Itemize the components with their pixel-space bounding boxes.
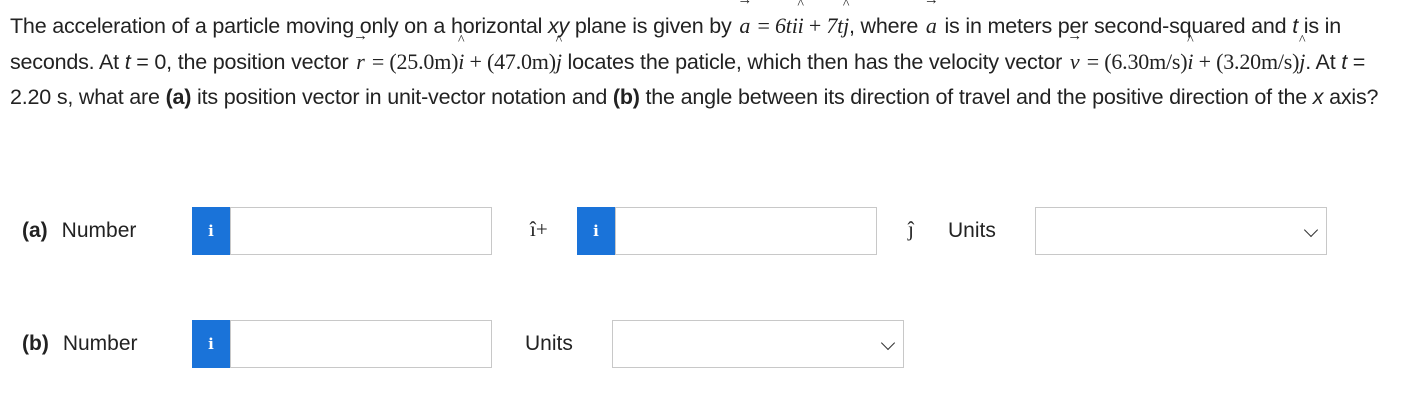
- part-a-j-component-input[interactable]: [615, 207, 877, 255]
- part-b-units-select[interactable]: [612, 320, 904, 368]
- part-a-letter: (a): [22, 219, 48, 242]
- equals: =: [752, 13, 775, 38]
- acceleration-equation: a = 6tii + 7tj: [737, 13, 849, 38]
- part-a-marker: (a): [165, 85, 192, 109]
- math-term: 7t: [826, 13, 844, 38]
- position-equation: r = (25.0m)i + (47.0m)j: [354, 49, 562, 74]
- unit-i-hat: i: [798, 8, 804, 43]
- unit-j-hat: j: [843, 8, 849, 43]
- plus: +: [464, 49, 487, 74]
- part-a-i-component-input[interactable]: [230, 207, 492, 255]
- units-label: Units: [525, 332, 573, 355]
- chevron-down-icon: [1303, 222, 1319, 238]
- i-hat-unit: î+: [530, 217, 548, 241]
- math-term: (6.30m/s): [1104, 49, 1188, 74]
- chevron-down-icon: [880, 335, 896, 351]
- velocity-equation: v = (6.30m/s)i + (3.20m/s)j: [1068, 49, 1306, 74]
- info-icon[interactable]: i: [192, 207, 230, 255]
- units-label: Units: [948, 219, 996, 242]
- part-a-units-select[interactable]: [1035, 207, 1327, 255]
- math-term: (3.20m/s): [1216, 49, 1300, 74]
- problem-text: plane is given by: [569, 14, 738, 38]
- part-b-letter: (b): [22, 332, 49, 355]
- vector-a: a: [924, 8, 939, 43]
- problem-text: . At: [1305, 50, 1342, 74]
- number-label: Number: [61, 219, 137, 242]
- problem-text: = 0, the position vector: [130, 50, 355, 74]
- problem-text: is in meters per second-squared and: [938, 14, 1293, 38]
- math-term: 6ti: [775, 13, 798, 38]
- part-b-label: (b) Number: [22, 332, 138, 356]
- j-hat-unit: ĵ: [908, 217, 914, 241]
- problem-text: its position vector in unit-vector notat…: [191, 85, 613, 109]
- part-a-row: (a) Number i î+ i ĵ Units: [0, 207, 1412, 257]
- part-a-label: (a) Number: [22, 219, 136, 243]
- plus: +: [1193, 49, 1217, 74]
- part-b-marker: (b): [612, 85, 640, 109]
- math-term: (25.0m): [389, 49, 459, 74]
- number-label: Number: [62, 332, 138, 355]
- math-term: (47.0m): [486, 49, 556, 74]
- plus: +: [803, 13, 827, 38]
- problem-text: the angle between its direction of trave…: [639, 85, 1313, 109]
- unit-j-hat: j: [556, 44, 562, 79]
- part-b-angle-input[interactable]: [230, 320, 492, 368]
- part-b-row: (b) Number i Units: [0, 320, 1412, 370]
- equals: =: [366, 49, 390, 74]
- info-icon[interactable]: i: [577, 207, 615, 255]
- problem-text: , where: [849, 14, 924, 38]
- unit-i-hat: i: [1187, 44, 1193, 79]
- problem-text: The acceleration of a particle moving on…: [10, 14, 548, 38]
- vector-r: r: [354, 44, 366, 79]
- variable-x: x: [1312, 85, 1324, 109]
- equals: =: [1081, 49, 1105, 74]
- info-icon[interactable]: i: [192, 320, 230, 368]
- problem-text: locates the paticle, which then has the …: [561, 50, 1068, 74]
- problem-statement: The acceleration of a particle moving on…: [10, 8, 1400, 115]
- vector-v: v: [1068, 44, 1082, 79]
- vector-a: a: [737, 8, 752, 43]
- problem-text: axis?: [1323, 85, 1379, 109]
- unit-j-hat: j: [1299, 44, 1305, 79]
- unit-i-hat: i: [458, 44, 464, 79]
